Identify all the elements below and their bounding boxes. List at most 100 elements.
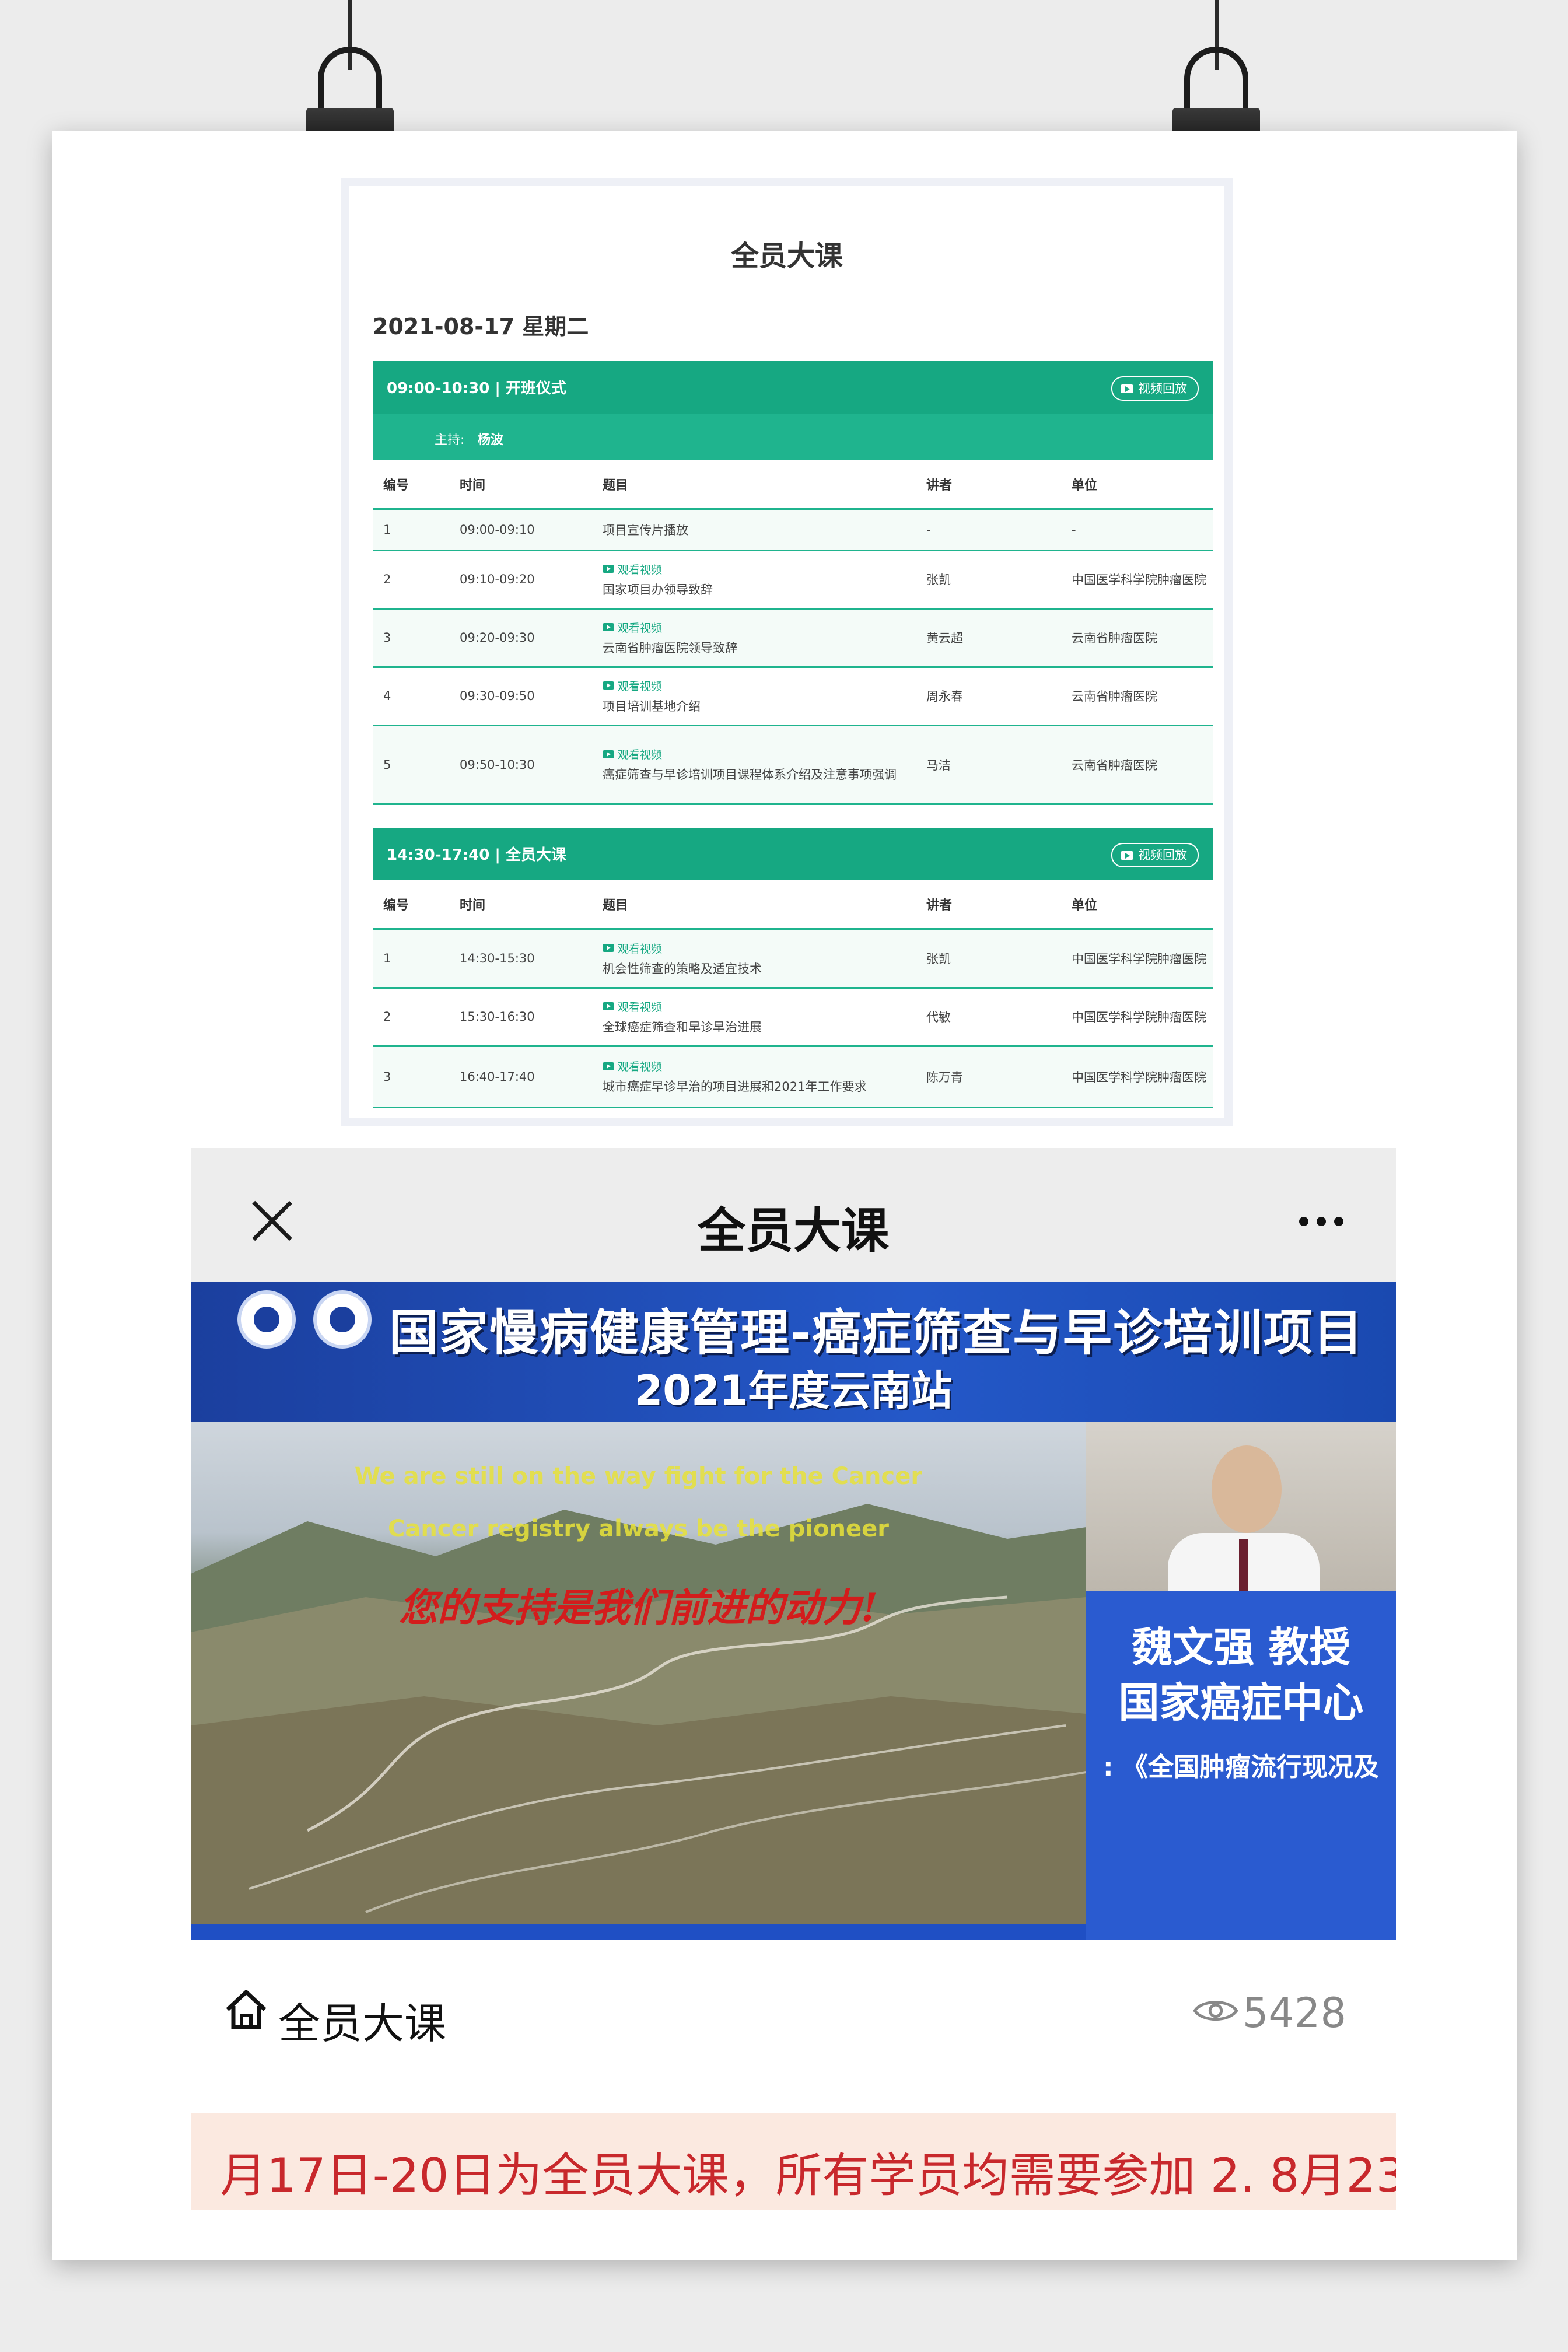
column-header: 题目 — [592, 880, 916, 930]
play-icon — [1121, 850, 1133, 860]
speaker-org: 国家癌症中心 — [1118, 1679, 1364, 1727]
session-plenary: 14:30-17:40 | 全员大课 视频回放 编号 时间 题目 讲者 单位 1… — [373, 828, 1213, 1108]
session-title: 09:00-10:30 | 开班仪式 — [387, 380, 566, 397]
column-header: 编号 — [373, 460, 449, 510]
speaker-webcam — [1086, 1422, 1396, 1591]
row-topic: 观看视频 云南省肿瘤医院领导致辞 — [592, 608, 916, 668]
column-header: 讲者 — [916, 460, 1061, 510]
row-topic: 观看视频 国家项目办领导致辞 — [592, 550, 916, 610]
row-no: 3 — [373, 608, 449, 668]
row-topic: 项目宣传片播放 — [592, 509, 916, 551]
watch-video-link[interactable]: 观看视频 — [603, 746, 915, 762]
column-header: 时间 — [449, 460, 592, 510]
table-row: 1 14:30-15:30 观看视频 机会性筛查的策略及适宜技术 张凯 中国医学… — [373, 929, 1213, 989]
row-unit: 云南省肿瘤医院 — [1061, 608, 1213, 668]
column-header: 编号 — [373, 880, 449, 930]
host-bar: 主持: 杨波 — [373, 414, 1213, 460]
row-unit: 云南省肿瘤医院 — [1061, 725, 1213, 805]
row-unit: 云南省肿瘤医院 — [1061, 667, 1213, 726]
play-icon — [1121, 384, 1133, 393]
video-icon — [603, 623, 614, 631]
landscape-illustration — [191, 1504, 1086, 1924]
watch-video-label: 观看视频 — [618, 621, 663, 635]
host-label: 主持: — [435, 433, 465, 447]
video-meta-bar: 全员大课 5428 — [191, 1940, 1396, 2082]
logo-emblem-1 — [237, 1290, 296, 1349]
table-row: 1 09:00-09:10 项目宣传片播放 - - — [373, 509, 1213, 551]
column-header: 单位 — [1061, 460, 1213, 510]
video-player[interactable]: 国家慢病健康管理-癌症筛查与早诊培训项目 2021年度云南站 We are st… — [191, 1282, 1396, 1940]
home-icon[interactable] — [223, 1986, 270, 2033]
replay-button[interactable]: 视频回放 — [1111, 376, 1199, 401]
table-row: 3 16:40-17:40 观看视频 城市癌症早诊早治的项目进展和2021年工作… — [373, 1046, 1213, 1108]
row-unit: - — [1061, 509, 1213, 551]
source-account-name[interactable]: 全员大课 — [278, 1989, 446, 2050]
banner-title: 国家慢病健康管理-癌症筛查与早诊培训项目 — [389, 1304, 1364, 1362]
row-time: 14:30-15:30 — [449, 929, 592, 989]
table-row: 2 09:10-09:20 观看视频 国家项目办领导致辞 张凯 中国医学科学院肿… — [373, 550, 1213, 610]
replay-label: 视频回放 — [1138, 848, 1187, 862]
watch-video-link[interactable]: 观看视频 — [603, 940, 915, 956]
watch-video-link[interactable]: 观看视频 — [603, 678, 915, 694]
page-title: 全员大课 — [697, 1203, 889, 1259]
row-topic: 观看视频 癌症筛查与早诊培训项目课程体系介绍及注意事项强调 — [592, 725, 916, 805]
topic-text: 城市癌症早诊早治的项目进展和2021年工作要求 — [603, 1080, 867, 1094]
row-speaker: 张凯 — [916, 929, 1061, 989]
watch-video-label: 观看视频 — [618, 680, 663, 693]
row-speaker: 张凯 — [916, 550, 1061, 610]
logo-emblem-2 — [313, 1290, 372, 1349]
row-unit: 中国医学科学院肿瘤医院 — [1061, 1046, 1213, 1108]
speaker-panel: 魏文强 教授 国家癌症中心 : 《全国肿瘤流行现况及 — [1086, 1422, 1396, 1940]
watch-video-link[interactable]: 观看视频 — [603, 999, 915, 1014]
row-topic: 观看视频 机会性筛查的策略及适宜技术 — [592, 929, 916, 989]
watch-video-link[interactable]: 观看视频 — [603, 1058, 915, 1074]
english-caption-2: Cancer registry always be the pioneer — [387, 1516, 890, 1542]
video-icon — [603, 944, 614, 953]
row-time: 16:40-17:40 — [449, 1046, 592, 1108]
video-banner: 国家慢病健康管理-癌症筛查与早诊培训项目 2021年度云南站 — [191, 1282, 1396, 1422]
watch-video-label: 观看视频 — [618, 748, 663, 761]
row-time: 09:30-09:50 — [449, 667, 592, 726]
schedule-table: 编号 时间 题目 讲者 单位 1 14:30-15:30 观看视频 机会性筛查的… — [373, 880, 1213, 1108]
topic-text: 云南省肿瘤医院领导致辞 — [603, 640, 737, 655]
top-nav-bar: 全员大课 — [191, 1148, 1396, 1282]
video-icon — [603, 681, 614, 690]
row-time: 15:30-16:30 — [449, 988, 592, 1047]
row-speaker: 周永春 — [916, 667, 1061, 726]
host-name: 杨波 — [478, 433, 504, 447]
replay-button[interactable]: 视频回放 — [1111, 843, 1199, 867]
watch-video-link[interactable]: 观看视频 — [603, 620, 915, 635]
speaker-topic: : 《全国肿瘤流行现况及 — [1103, 1752, 1379, 1782]
ticker-text: 月17日-20日为全员大课，所有学员均需要参加 2. 8月23日 — [220, 2148, 1396, 2203]
row-no: 2 — [373, 550, 449, 610]
schedule-table: 编号 时间 题目 讲者 单位 1 09:00-09:10 项目宣传片播放 - -… — [373, 460, 1213, 805]
row-no: 1 — [373, 929, 449, 989]
row-topic: 观看视频 全球癌症筛查和早诊早治进展 — [592, 988, 916, 1047]
row-speaker: 陈万青 — [916, 1046, 1061, 1108]
video-page: 全员大课 国家慢病健康管理-癌症筛查与早诊培训项目 2021年度云南站 We a… — [191, 1148, 1396, 2210]
video-bottom-band — [191, 1924, 1086, 1940]
watch-video-link[interactable]: 观看视频 — [603, 561, 915, 577]
session-header: 09:00-10:30 | 开班仪式 视频回放 — [373, 361, 1213, 414]
row-unit: 中国医学科学院肿瘤医院 — [1061, 929, 1213, 989]
column-header: 题目 — [592, 460, 916, 510]
row-unit: 中国医学科学院肿瘤医院 — [1061, 988, 1213, 1047]
row-no: 1 — [373, 509, 449, 551]
row-speaker: - — [916, 509, 1061, 551]
topic-text: 项目培训基地介绍 — [603, 699, 701, 713]
more-icon[interactable] — [1299, 1217, 1343, 1226]
schedule-title: 全员大课 — [730, 240, 843, 272]
column-header: 时间 — [449, 880, 592, 930]
column-header: 单位 — [1061, 880, 1213, 930]
schedule-sheet: 全员大课 2021-08-17 星期二 09:00-10:30 | 开班仪式 视… — [341, 178, 1233, 1126]
replay-label: 视频回放 — [1138, 382, 1187, 396]
schedule-date: 2021-08-17 星期二 — [373, 314, 589, 340]
eye-icon — [1193, 2000, 1238, 2021]
topic-text: 机会性筛查的策略及适宜技术 — [603, 961, 762, 976]
row-topic: 观看视频 项目培训基地介绍 — [592, 667, 916, 726]
video-icon — [603, 750, 614, 758]
speaker-name: 魏文强 教授 — [1132, 1623, 1350, 1671]
watch-video-label: 观看视频 — [618, 942, 663, 956]
video-icon — [603, 1002, 614, 1010]
topic-text: 国家项目办领导致辞 — [603, 582, 713, 597]
